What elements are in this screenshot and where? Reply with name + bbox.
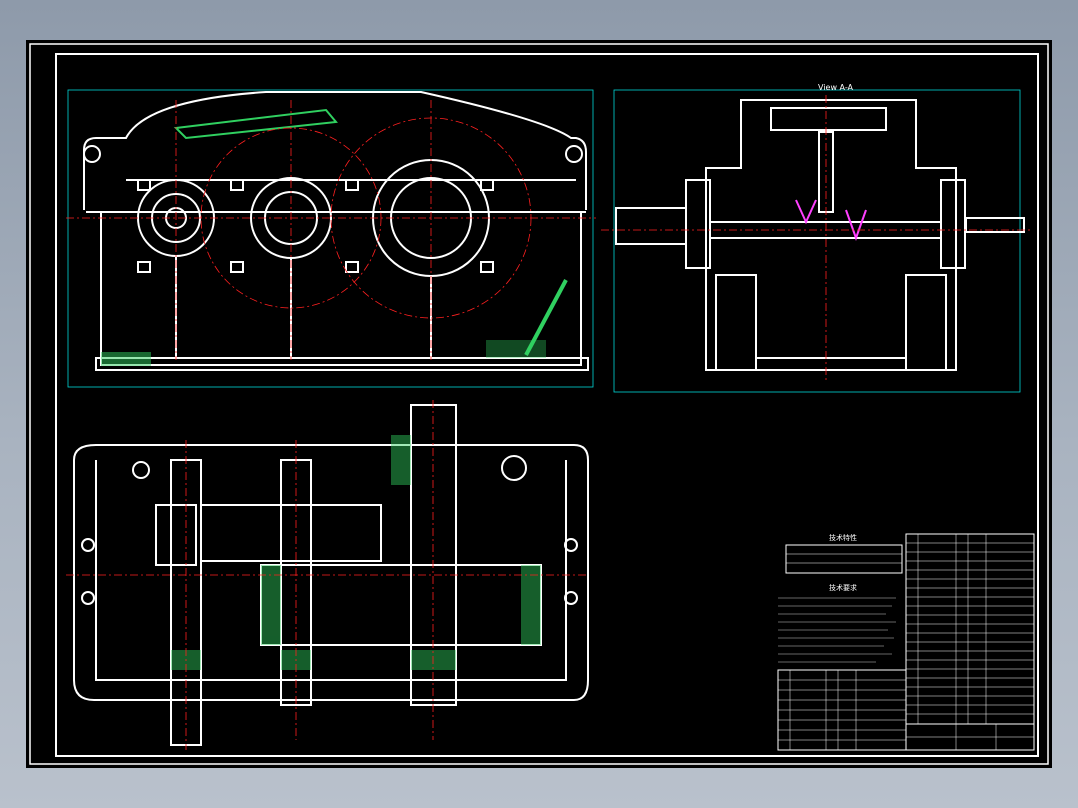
- plan-view-centerlines: [66, 400, 586, 750]
- cad-drawing: View A-A 技术特性 技术要求: [29, 43, 1049, 765]
- side-view: [613, 89, 1025, 393]
- tech-req-title: 技术要求: [829, 583, 857, 592]
- drawing-sheet: View A-A 技术特性 技术要求: [26, 40, 1052, 768]
- tech-spec-block: 技术特性 技术要求: [778, 533, 903, 663]
- front-view-centerlines: [66, 100, 596, 360]
- parts-list: [777, 533, 1035, 751]
- inner-border: [55, 53, 1039, 757]
- oil-level-hatch: [486, 340, 546, 358]
- view-label: View A-A: [818, 83, 854, 92]
- plan-view-sections: [171, 435, 541, 670]
- tech-spec-title: 技术特性: [829, 533, 857, 542]
- oil-section-hatch: [101, 352, 151, 366]
